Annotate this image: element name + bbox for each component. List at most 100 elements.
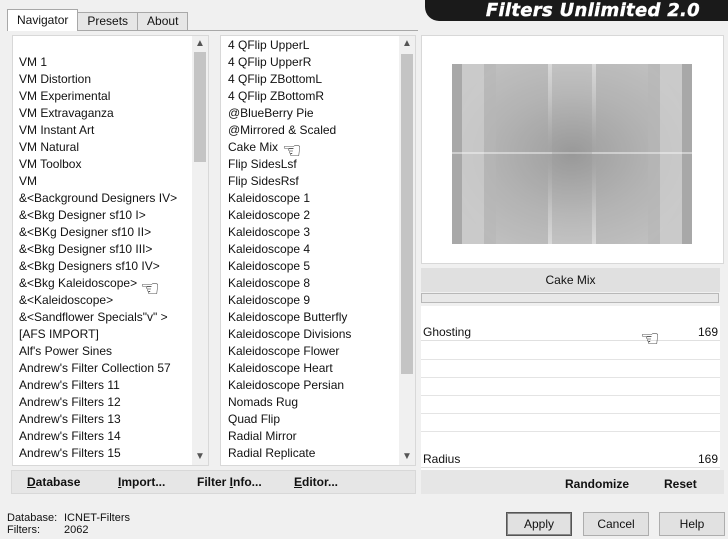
control-label: Ghosting	[423, 325, 472, 339]
category-item[interactable]: &<BKg Designer sf10 II>	[19, 224, 177, 241]
scroll-down-icon[interactable]: ▼	[399, 449, 415, 465]
category-item[interactable]: VM Distortion	[19, 71, 177, 88]
pointing-hand-icon: ☜	[282, 138, 302, 163]
filter-list[interactable]: 4 QFlip UpperL 4 QFlip UpperR 4 QFlip ZBot…	[220, 35, 416, 466]
filter-item[interactable]: @BlueBerry Pie	[228, 105, 351, 122]
help-button[interactable]: Help	[659, 512, 725, 536]
category-item[interactable]: &<Sandflower Specials"v" >	[19, 309, 177, 326]
control-divider	[421, 395, 720, 396]
scroll-thumb[interactable]	[194, 52, 206, 162]
control-ghosting[interactable]: Ghosting 169	[421, 324, 720, 341]
category-item[interactable]: VM Natural	[19, 139, 177, 156]
filter-item[interactable]: Quad Flip	[228, 411, 351, 428]
preview-pane	[421, 35, 724, 264]
category-item[interactable]: Andrew's Filters 15	[19, 445, 177, 462]
import-button-label: mport...	[121, 475, 166, 489]
filter-item[interactable]: Kaleidoscope 4	[228, 241, 351, 258]
filter-item[interactable]: Flip SidesRsf	[228, 173, 351, 190]
category-item[interactable]: [AFS IMPORT]	[19, 326, 177, 343]
filter-info-button[interactable]: Filter Info...	[197, 474, 262, 490]
filter-item[interactable]: Kaleidoscope 9	[228, 292, 351, 309]
tab-strip: Navigator Presets About	[7, 9, 189, 31]
filter-item[interactable]: Kaleidoscope Heart	[228, 360, 351, 377]
filter-item[interactable]: Kaleidoscope 2	[228, 207, 351, 224]
category-item[interactable]: &<Bkg Designer sf10 I>	[19, 207, 177, 224]
tab-presets[interactable]: Presets	[77, 12, 139, 31]
randomize-button[interactable]: Randomize	[565, 477, 629, 491]
category-item[interactable]: &<Bkg Designers sf10 IV>	[19, 258, 177, 275]
tab-about[interactable]: About	[137, 12, 189, 31]
cancel-button[interactable]: Cancel	[583, 512, 649, 536]
filter-item[interactable]: Kaleidoscope Divisions	[228, 326, 351, 343]
database-button-label: atabase	[35, 475, 81, 489]
database-button[interactable]: Database	[27, 474, 80, 490]
category-item[interactable]: Andrew's Filters 11	[19, 377, 177, 394]
control-divider	[421, 359, 720, 360]
category-item[interactable]: Andrew's Filter Collection 57	[19, 360, 177, 377]
filter-item[interactable]: Kaleidoscope 5	[228, 258, 351, 275]
filter-item[interactable]: Kaleidoscope Flower	[228, 343, 351, 360]
category-item[interactable]: Andrew's Filters 13	[19, 411, 177, 428]
filter-item[interactable]: 4 QFlip UpperL	[228, 37, 351, 54]
preview-image	[452, 64, 692, 244]
pointing-hand-icon: ☜	[140, 276, 160, 301]
category-list[interactable]: VM 1 VM Distortion VM Experimental VM Extra…	[12, 35, 209, 466]
filter-items: 4 QFlip UpperL 4 QFlip UpperR 4 QFlip ZBot…	[228, 37, 351, 465]
scroll-down-icon[interactable]: ▼	[192, 449, 208, 465]
filter-info-button-pre: Filter	[197, 475, 230, 489]
control-value: 169	[697, 325, 718, 339]
database-info: Database: ICNET-Filters Filters: 2062	[7, 512, 130, 536]
category-item[interactable]: &<Bkg Designer sf10 III>	[19, 241, 177, 258]
filter-scrollbar[interactable]: ▲ ▼	[399, 36, 415, 465]
control-divider	[421, 413, 720, 414]
category-item[interactable]: VM Extravaganza	[19, 105, 177, 122]
filter-item[interactable]: Kaleidoscope Persian	[228, 377, 351, 394]
pointing-hand-icon: ☜	[640, 326, 660, 351]
editor-button[interactable]: Editor...	[294, 474, 338, 490]
category-item[interactable]: VM Toolbox	[19, 156, 177, 173]
scroll-thumb[interactable]	[401, 54, 413, 374]
category-items: VM 1 VM Distortion VM Experimental VM Extra…	[19, 54, 177, 465]
category-scrollbar[interactable]: ▲ ▼	[192, 36, 208, 465]
filter-item[interactable]: 4 QFlip UpperR	[228, 54, 351, 71]
control-divider	[421, 377, 720, 378]
control-label: Radius	[423, 452, 461, 466]
filter-info-button-label: nfo...	[233, 475, 262, 489]
category-item[interactable]: Andrew's Filters 16	[19, 462, 177, 465]
apply-button[interactable]: Apply	[506, 512, 572, 536]
filter-controls: Ghosting 169 Radius 169	[421, 306, 720, 470]
filter-item[interactable]: 4 QFlip ZBottomL	[228, 71, 351, 88]
scroll-up-icon[interactable]: ▲	[192, 36, 208, 52]
database-button-accel: D	[27, 475, 36, 489]
category-item[interactable]: Andrew's Filters 12	[19, 394, 177, 411]
filter-item[interactable]: Kaleidoscope Butterfly	[228, 309, 351, 326]
title-banner: Filters Unlimited 2.0	[425, 0, 728, 21]
filter-item[interactable]: 4 QFlip ZBottomR	[228, 88, 351, 105]
control-radius[interactable]: Radius 169	[421, 451, 720, 468]
import-button[interactable]: Import...	[118, 474, 165, 490]
filter-item[interactable]: Radial Replicate	[228, 445, 351, 462]
control-divider	[421, 431, 720, 432]
category-item[interactable]: Andrew's Filters 14	[19, 428, 177, 445]
tab-navigator[interactable]: Navigator	[7, 9, 79, 31]
filter-item[interactable]: Kaleidoscope 3	[228, 224, 351, 241]
filters-count-label: Filters:	[7, 524, 40, 536]
app-title: Filters Unlimited 2.0	[485, 0, 700, 21]
progress-bar	[421, 293, 719, 303]
category-item[interactable]: Alf's Power Sines	[19, 343, 177, 360]
filter-item[interactable]: @Mirrored & Scaled	[228, 122, 351, 139]
category-item[interactable]: VM Experimental	[19, 88, 177, 105]
filter-item[interactable]: Nomads Rug	[228, 394, 351, 411]
current-filter-title: Cake Mix	[421, 268, 720, 292]
filter-item[interactable]: Seamless Blend	[228, 462, 351, 465]
database-label: Database:	[7, 512, 58, 524]
filter-item[interactable]: Kaleidoscope 8	[228, 275, 351, 292]
filter-item[interactable]: Kaleidoscope 1	[228, 190, 351, 207]
category-item[interactable]: VM Instant Art	[19, 122, 177, 139]
category-item[interactable]: VM 1	[19, 54, 177, 71]
reset-button[interactable]: Reset	[664, 477, 697, 491]
scroll-up-icon[interactable]: ▲	[399, 36, 415, 52]
category-item[interactable]: &<Background Designers IV>	[19, 190, 177, 207]
filter-item[interactable]: Radial Mirror	[228, 428, 351, 445]
category-item[interactable]: VM	[19, 173, 177, 190]
